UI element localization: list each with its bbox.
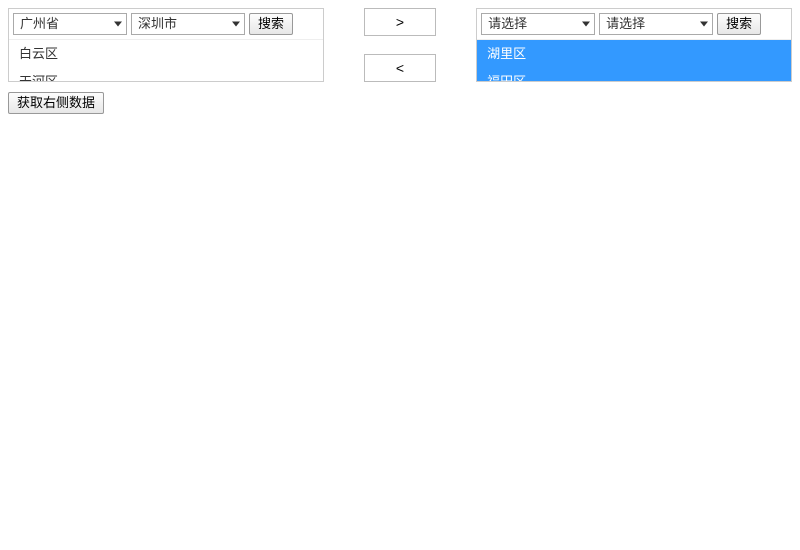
list-item[interactable]: 湖里区 [477, 40, 791, 68]
chevron-down-icon [232, 22, 240, 27]
left-city-select[interactable]: 深圳市 [131, 13, 245, 35]
move-left-button[interactable]: < [364, 54, 436, 82]
right-list[interactable]: 湖里区福田区思明区罗湖区 [477, 40, 791, 81]
right-city-select[interactable]: 请选择 [599, 13, 713, 35]
left-list[interactable]: 白云区天河区越秀区荔湾区海珠区花都区南山区龙岗区鼓楼区台江区长乐区晋安区石狮市晋… [9, 40, 323, 81]
left-search-button[interactable]: 搜索 [249, 13, 293, 35]
left-province-select[interactable]: 广州省 [13, 13, 127, 35]
left-panel: 广州省 深圳市 搜索 白云区天河区越秀区荔湾区海珠区花都区南山区龙岗区鼓楼区台江… [8, 8, 324, 82]
right-search-button[interactable]: 搜索 [717, 13, 761, 35]
right-city-value: 请选择 [606, 16, 645, 31]
right-province-value: 请选择 [488, 16, 527, 31]
transfer-controls: > < [336, 8, 464, 82]
chevron-down-icon [114, 22, 122, 27]
right-header: 请选择 请选择 搜索 [477, 9, 791, 40]
transfer-widget: 广州省 深圳市 搜索 白云区天河区越秀区荔湾区海珠区花都区南山区龙岗区鼓楼区台江… [8, 8, 792, 82]
right-province-select[interactable]: 请选择 [481, 13, 595, 35]
move-right-button[interactable]: > [364, 8, 436, 36]
list-item[interactable]: 福田区 [477, 68, 791, 81]
left-city-value: 深圳市 [138, 16, 177, 31]
right-list-wrap: 湖里区福田区思明区罗湖区 [477, 40, 791, 81]
chevron-down-icon [582, 22, 590, 27]
get-right-data-button[interactable]: 获取右侧数据 [8, 92, 104, 114]
chevron-down-icon [700, 22, 708, 27]
left-list-wrap: 白云区天河区越秀区荔湾区海珠区花都区南山区龙岗区鼓楼区台江区长乐区晋安区石狮市晋… [9, 40, 323, 81]
bottom-bar: 获取右侧数据 [8, 92, 792, 114]
list-item[interactable]: 天河区 [9, 68, 323, 81]
right-panel: 请选择 请选择 搜索 湖里区福田区思明区罗湖区 [476, 8, 792, 82]
left-province-value: 广州省 [20, 16, 59, 31]
list-item[interactable]: 白云区 [9, 40, 323, 68]
left-header: 广州省 深圳市 搜索 [9, 9, 323, 40]
